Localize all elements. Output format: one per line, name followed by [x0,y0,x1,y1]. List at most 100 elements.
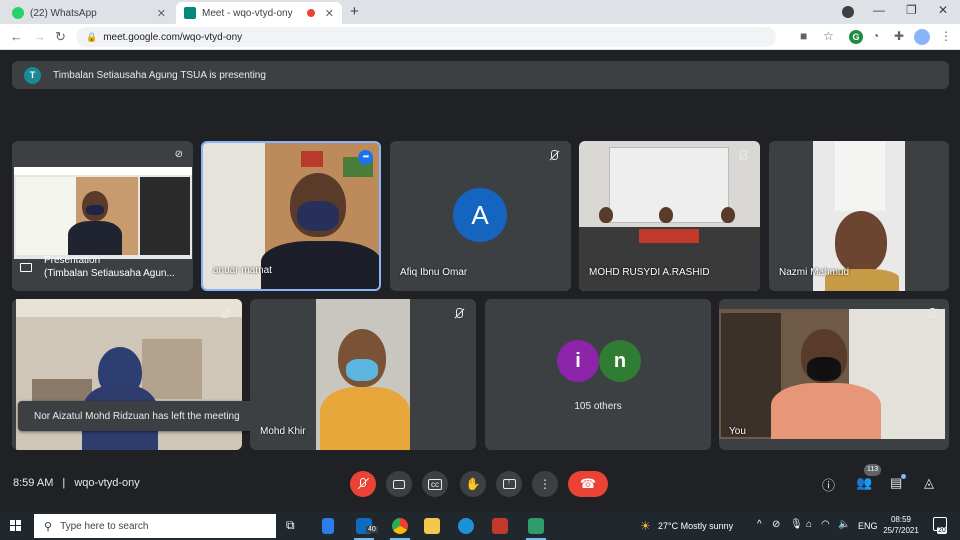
leave-call-button[interactable]: ☎ [568,471,608,497]
restore-button[interactable]: ❐ [906,3,917,17]
network-icon[interactable]: ⌂ [806,519,812,530]
meeting-info: 8:59 AM | wqo-vtyd-ony [13,477,140,489]
chat-unread-dot [901,474,906,479]
people-button[interactable]: 👥 [856,475,872,491]
minimize-button[interactable]: — [873,3,885,17]
search-icon: ⚲ [44,520,53,533]
participant-name: You [729,426,746,437]
volume-icon[interactable]: 🔈 [838,519,850,530]
address-toolbar: ← → ↻ 🔒 meet.google.com/wqo-vtyd-ony ■ ☆… [0,24,960,50]
tile-mohd-rusydi[interactable]: MOHD RUSYDI A.RASHID [579,141,760,291]
mic-toggle-button[interactable] [350,471,376,497]
menu-dots-icon[interactable]: ⋮ [940,29,952,43]
close-tab-icon[interactable]: ✕ [325,7,334,20]
mic-off-icon [218,307,232,321]
meet-icon [184,7,196,19]
mic-off-icon [547,149,561,163]
more-vert-icon: ⋮ [539,477,551,491]
reload-button[interactable]: ↻ [55,29,66,45]
meeting-time: 8:59 AM [13,477,54,489]
notification-text: Nor Aizatul Mohd Ridzuan has left the me… [34,410,240,422]
raise-hand-button[interactable]: ✋ [460,471,486,497]
tile-afiq-ibnu-omar[interactable]: A Afiq Ibnu Omar [390,141,571,291]
meeting-details-button[interactable]: ⓘ [822,475,835,494]
publisher-icon[interactable] [528,518,544,534]
hand-icon: ✋ [465,477,481,491]
present-screen-icon: ↑ [502,479,516,489]
tile-presentation[interactable]: Presentation (Timbalan Setiausaha Agun..… [12,141,193,291]
task-view-icon[interactable]: ⧉ [286,518,302,534]
url-bar[interactable]: 🔒 meet.google.com/wqo-vtyd-ony [76,27,776,47]
phone-app-icon[interactable] [322,518,334,534]
participants-count-badge: 113 [864,464,882,476]
presentation-owner: (Timbalan Setiausaha Agun... [44,268,175,279]
participant-name: Nazmi Mahmud [779,267,850,278]
recording-indicator-icon [306,9,315,17]
tile-nazmi-mahmud[interactable]: Nazmi Mahmud [769,141,949,291]
meeting-code: wqo-vtyd-ony [74,477,140,489]
participant-name: anuar mamat [213,265,272,276]
media-player-icon[interactable] [492,518,508,534]
back-button[interactable]: ← [10,29,23,44]
avatar[interactable] [914,29,930,45]
mic-tray-icon[interactable]: 🎙 [790,519,803,530]
chrome-icon[interactable] [392,518,408,534]
others-count: 105 others [574,401,622,412]
close-tab-icon[interactable]: ✕ [157,7,166,20]
tile-mohd-khir[interactable]: Mohd Khir [250,299,476,450]
unpin-icon[interactable]: ⊘ [175,149,183,160]
tile-anuar-mamat[interactable]: anuar mamat ••• [201,141,381,291]
presenting-banner: T Timbalan Setiausaha Agung TSUA is pres… [12,61,949,89]
forward-button[interactable]: → [33,29,46,44]
taskbar-search-input[interactable]: ⚲ Type here to search [34,514,276,538]
puzzle-icon[interactable]: ✚ [894,29,904,43]
camera-toggle-button[interactable] [386,471,412,497]
mic-off-icon [452,307,466,321]
captions-button[interactable]: cc [422,471,448,497]
bookmark-star-icon[interactable]: ☆ [823,29,834,43]
notification-count: 20 [937,527,947,534]
tab-title: Meet - wqo-vtyd-ony [202,7,293,19]
mic-off-icon [356,477,370,491]
camera-icon [393,479,405,489]
mic-off-icon [925,307,939,321]
edge-icon[interactable] [458,518,474,534]
profile-indicator-icon[interactable] [842,6,854,18]
avatar: i [557,340,599,382]
avatar: n [599,340,641,382]
weather-sun-icon: ☀ [640,519,651,533]
tab-meet[interactable]: Meet - wqo-vtyd-ony ✕ [176,2,342,24]
taskbar-clock[interactable]: 08:59 25/7/2021 [882,514,920,536]
more-options-button[interactable]: ⋮ [532,471,558,497]
separator: | [62,477,66,489]
more-options-button[interactable]: ••• [358,150,373,165]
search-placeholder: Type here to search [60,520,149,532]
windows-start-icon[interactable] [10,520,22,532]
camera-icon[interactable]: ■ [800,29,807,43]
tile-you[interactable]: You [719,299,949,450]
windows-taskbar: ⚲ Type here to search ⧉ [0,512,960,540]
clock-date: 25/7/2021 [883,526,919,535]
show-hidden-icons-icon[interactable]: ^ [757,519,762,530]
tab-title: (22) WhatsApp [30,7,97,19]
participant-name: Afiq Ibnu Omar [400,267,468,278]
present-now-button[interactable]: ↑ [496,471,522,497]
wifi-icon[interactable]: ◠ [821,519,830,530]
avatar: A [453,188,507,242]
file-explorer-icon[interactable] [424,518,440,534]
close-window-button[interactable]: ✕ [938,3,948,17]
clock-time: 08:59 [890,515,912,524]
extension-icon[interactable]: ◔ [872,29,879,43]
tab-whatsapp[interactable]: (22) WhatsApp ✕ [4,2,174,24]
language-indicator[interactable]: ENG [858,521,878,531]
presenting-text: Timbalan Setiausaha Agung TSUA is presen… [53,69,266,81]
tile-others[interactable]: i n 105 others [485,299,711,450]
grammarly-icon[interactable]: G [849,30,863,44]
new-tab-button[interactable]: + [350,3,359,20]
presentation-screen [14,167,192,259]
weather-text[interactable]: 27°C Mostly sunny [658,521,733,531]
participant-name: MOHD RUSYDI A.RASHID [589,267,710,278]
activities-button[interactable]: ◬ [924,475,934,491]
camera-tray-icon[interactable]: ⊘ [772,519,780,530]
phone-hangup-icon: ☎ [579,476,597,491]
